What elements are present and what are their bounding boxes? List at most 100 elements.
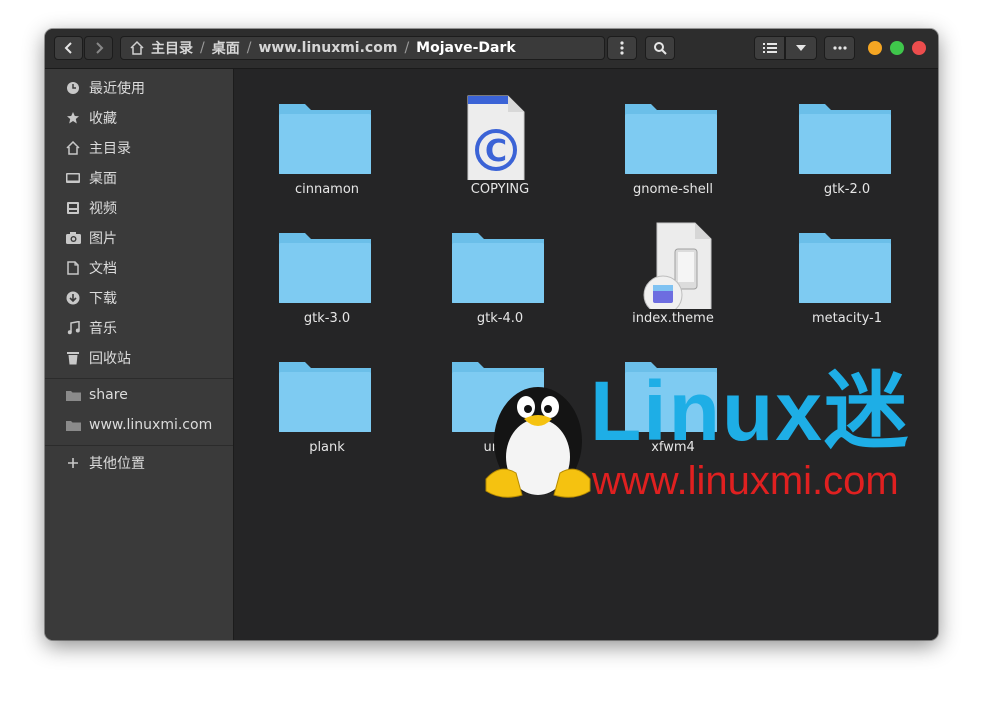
file-item-unity[interactable]: unity — [428, 358, 548, 476]
sidebar-item-label: 收藏 — [89, 111, 117, 127]
download-icon — [65, 290, 81, 306]
maximize-button[interactable] — [890, 41, 904, 55]
sidebar: 最近使用 收藏 主目录 桌面 视频 图片 文档 下载 音乐 回收站 share … — [45, 69, 234, 640]
file-item-gnome-shell[interactable]: gnome-shell — [601, 100, 721, 218]
search-button[interactable] — [645, 36, 675, 60]
file-name: gnome-shell — [632, 182, 714, 197]
breadcrumb-separator: / — [200, 40, 205, 56]
minimize-button[interactable] — [868, 41, 882, 55]
sidebar-item-other-locations[interactable]: 其他位置 — [45, 448, 233, 478]
sidebar-item-label: 文档 — [89, 261, 117, 277]
sidebar-item-documents[interactable]: 文档 — [45, 253, 233, 283]
svg-text:C: C — [485, 134, 507, 169]
search-icon — [654, 42, 667, 55]
file-grid: cinnamon C COPYING gnome-shell gtk-2.0 g… — [234, 69, 938, 640]
video-icon — [65, 200, 81, 216]
chevron-left-icon — [64, 42, 72, 54]
home-icon[interactable] — [129, 40, 145, 56]
breadcrumb-linuxmi[interactable]: www.linuxmi.com — [258, 40, 397, 56]
license-file-icon: C — [467, 95, 525, 180]
file-item-gtk-2[interactable]: gtk-2.0 — [775, 100, 895, 218]
sidebar-item-label: 图片 — [89, 231, 117, 247]
file-name: gtk-4.0 — [476, 311, 524, 326]
sidebar-item-label: 最近使用 — [89, 81, 145, 97]
chevron-down-icon — [796, 45, 806, 51]
file-item-cinnamon[interactable]: cinnamon — [255, 100, 375, 218]
file-name: index.theme — [632, 311, 714, 326]
theme-file-icon — [643, 222, 712, 309]
sidebar-item-linuxmi[interactable]: www.linuxmi.com — [45, 410, 233, 440]
folder-icon — [452, 233, 544, 303]
folder-icon — [65, 387, 81, 403]
sidebar-item-music[interactable]: 音乐 — [45, 313, 233, 343]
file-item-xfwm4[interactable]: xfwm4 — [601, 358, 721, 476]
more-menu-button[interactable] — [824, 36, 855, 60]
sidebar-item-recent[interactable]: 最近使用 — [45, 73, 233, 103]
view-toggle-button[interactable] — [754, 36, 785, 60]
star-icon — [65, 110, 81, 126]
forward-button[interactable] — [84, 36, 113, 60]
file-item-gtk-4[interactable]: gtk-4.0 — [428, 229, 548, 347]
sidebar-divider — [45, 445, 233, 446]
chevron-right-icon — [95, 42, 103, 54]
folder-icon — [799, 233, 891, 303]
breadcrumb-separator: / — [404, 40, 410, 56]
file-manager-window: 主目录 / 桌面 / www.linuxmi.com / Mojave-Dark — [45, 29, 938, 640]
file-name: plank — [309, 440, 345, 455]
file-name: cinnamon — [294, 182, 360, 197]
desktop-icon — [65, 170, 81, 186]
breadcrumb-desktop[interactable]: 桌面 — [212, 38, 240, 58]
file-name: xfwm4 — [651, 440, 695, 455]
folder-icon — [279, 362, 371, 432]
header-bar: 主目录 / 桌面 / www.linuxmi.com / Mojave-Dark — [45, 29, 938, 69]
close-button[interactable] — [912, 41, 926, 55]
folder-icon — [452, 362, 544, 432]
folder-icon — [279, 233, 371, 303]
sidebar-item-label: 下载 — [89, 291, 117, 307]
list-view-icon — [762, 43, 777, 53]
sidebar-item-label: share — [89, 387, 128, 403]
file-name: metacity-1 — [811, 311, 882, 326]
sidebar-item-trash[interactable]: 回收站 — [45, 343, 233, 373]
clock-icon — [65, 80, 81, 96]
sidebar-item-starred[interactable]: 收藏 — [45, 103, 233, 133]
file-item-metacity[interactable]: metacity-1 — [775, 229, 895, 347]
document-icon — [65, 260, 81, 276]
sidebar-item-pictures[interactable]: 图片 — [45, 223, 233, 253]
sidebar-divider — [45, 378, 233, 379]
file-item-plank[interactable]: plank — [255, 358, 375, 476]
vertical-dots-icon — [620, 41, 624, 55]
view-options-button[interactable] — [785, 36, 817, 60]
trash-icon — [65, 350, 81, 366]
sidebar-item-label: 视频 — [89, 201, 117, 217]
sidebar-item-videos[interactable]: 视频 — [45, 193, 233, 223]
sidebar-item-home[interactable]: 主目录 — [45, 133, 233, 163]
folder-icon — [799, 104, 891, 174]
sidebar-item-desktop[interactable]: 桌面 — [45, 163, 233, 193]
sidebar-item-downloads[interactable]: 下载 — [45, 283, 233, 313]
breadcrumb-home[interactable]: 主目录 — [151, 38, 193, 58]
path-menu-button[interactable] — [607, 36, 637, 60]
camera-icon — [65, 230, 81, 246]
breadcrumb-separator: / — [246, 40, 252, 56]
folder-icon — [625, 362, 717, 432]
sidebar-item-label: 其他位置 — [89, 456, 145, 472]
home-icon — [65, 140, 81, 156]
path-bar[interactable]: 主目录 / 桌面 / www.linuxmi.com / Mojave-Dark — [120, 36, 605, 60]
back-button[interactable] — [54, 36, 83, 60]
sidebar-item-label: 音乐 — [89, 321, 117, 337]
file-item-index-theme[interactable]: index.theme — [601, 222, 721, 347]
file-name: gtk-2.0 — [823, 182, 871, 197]
folder-icon — [65, 417, 81, 433]
file-item-gtk-3[interactable]: gtk-3.0 — [255, 229, 375, 347]
breadcrumb-current[interactable]: Mojave-Dark — [416, 40, 516, 56]
sidebar-item-label: 主目录 — [89, 141, 131, 157]
file-name: unity — [483, 440, 517, 455]
folder-icon — [279, 104, 371, 174]
sidebar-item-label: 桌面 — [89, 171, 117, 187]
horizontal-dots-icon — [832, 46, 847, 50]
folder-icon — [625, 104, 717, 174]
sidebar-item-label: 回收站 — [89, 351, 131, 367]
sidebar-item-share[interactable]: share — [45, 380, 233, 410]
file-item-copying[interactable]: C COPYING — [428, 95, 548, 218]
